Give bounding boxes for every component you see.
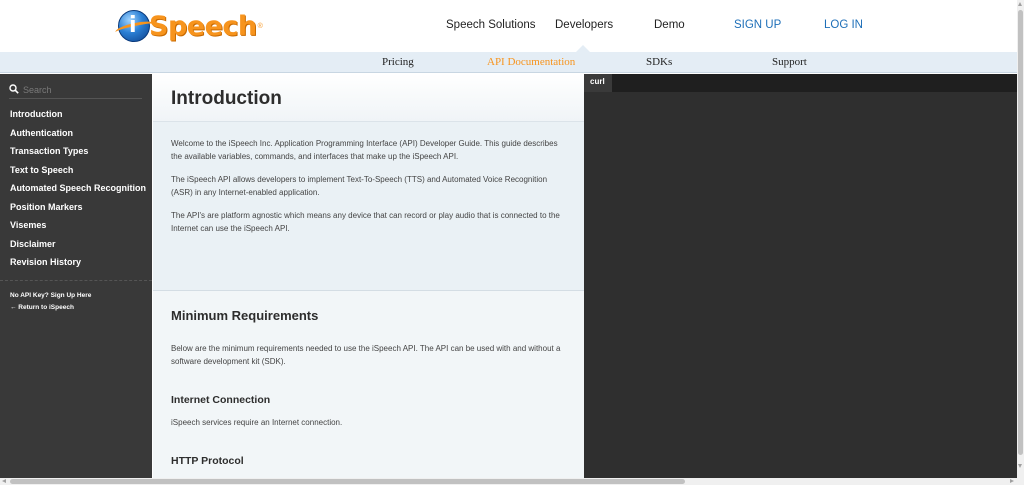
page: i Speech ® Speech Solutions Developers D… — [0, 0, 1024, 485]
sidebar-item-introduction[interactable]: Introduction — [10, 109, 63, 119]
nav-speech-solutions[interactable]: Speech Solutions — [446, 19, 536, 31]
sidebar-item-visemes[interactable]: Visemes — [10, 220, 46, 230]
nav-log-in[interactable]: LOG IN — [824, 19, 863, 31]
logo-text: Speech — [149, 10, 257, 42]
intro-paragraph-1: Welcome to the iSpeech Inc. Application … — [171, 139, 558, 161]
ispeech-logo-icon: i — [114, 10, 156, 42]
search-input[interactable] — [23, 82, 141, 97]
horizontal-scrollbar[interactable] — [0, 478, 1024, 485]
sign-up-link[interactable]: No API Key? Sign Up Here — [10, 292, 91, 299]
scroll-right-arrow-icon[interactable] — [1010, 479, 1014, 483]
intro-paragraph-3: The API's are platform agnostic which me… — [171, 211, 560, 233]
nav-developers[interactable]: Developers — [555, 19, 613, 31]
nav-demo[interactable]: Demo — [654, 19, 685, 31]
subnav-api-documentation[interactable]: API Documentation — [487, 56, 575, 68]
sidebar-item-disclaimer[interactable]: Disclaimer — [10, 239, 56, 249]
ispeech-logo[interactable]: i Speech ® — [114, 5, 263, 47]
logo-trademark: ® — [257, 22, 263, 30]
horizontal-scroll-thumb[interactable] — [10, 479, 685, 484]
requirements-paragraph: Below are the minimum requirements neede… — [171, 344, 561, 366]
main-content: Introduction Welcome to the iSpeech Inc.… — [153, 74, 584, 478]
requirements-title: Minimum Requirements — [171, 308, 319, 323]
internet-connection-title: Internet Connection — [171, 394, 271, 406]
scroll-up-arrow-icon[interactable] — [1018, 2, 1022, 6]
requirements-section: Minimum Requirements Below are the minim… — [153, 291, 584, 478]
scroll-left-arrow-icon[interactable] — [2, 479, 6, 483]
sidebar-item-authentication[interactable]: Authentication — [10, 128, 73, 138]
sidebar-item-revision-history[interactable]: Revision History — [10, 257, 81, 267]
tab-curl[interactable]: curl — [584, 74, 612, 92]
intro-paragraph-2: The iSpeech API allows developers to imp… — [171, 175, 548, 197]
scroll-down-arrow-icon[interactable] — [1018, 464, 1022, 468]
logo-prefix: i — [129, 13, 137, 38]
sidebar-item-position-markers[interactable]: Position Markers — [10, 202, 83, 212]
vertical-scrollbar[interactable] — [1017, 0, 1024, 478]
sidebar: Introduction Authentication Transaction … — [0, 74, 152, 478]
intro-section: Introduction Welcome to the iSpeech Inc.… — [153, 74, 584, 290]
internet-connection-paragraph: iSpeech services require an Internet con… — [171, 418, 343, 427]
search-box — [9, 82, 142, 99]
subnav-pricing[interactable]: Pricing — [382, 56, 414, 68]
sidebar-item-transaction-types[interactable]: Transaction Types — [10, 146, 88, 156]
subnav-support[interactable]: Support — [772, 56, 807, 68]
vertical-scroll-thumb[interactable] — [1018, 10, 1023, 455]
intro-header: Introduction — [153, 74, 584, 122]
subnav-sdks[interactable]: SDKs — [646, 56, 672, 68]
search-icon — [9, 84, 19, 94]
active-nav-caret-icon — [576, 45, 590, 52]
nav-sign-up[interactable]: SIGN UP — [734, 19, 781, 31]
sidebar-item-automated-speech-recognition[interactable]: Automated Speech Recognition — [10, 183, 146, 193]
top-header: i Speech ® Speech Solutions Developers D… — [0, 0, 1017, 52]
code-tab-bar: curl — [584, 74, 1017, 92]
sidebar-divider — [0, 280, 152, 281]
return-to-ispeech-link[interactable]: ← Return to iSpeech — [10, 304, 74, 311]
http-protocol-title: HTTP Protocol — [171, 455, 244, 467]
page-title: Introduction — [171, 88, 282, 109]
sidebar-item-text-to-speech[interactable]: Text to Speech — [10, 165, 73, 175]
code-panel: curl — [584, 74, 1017, 478]
sub-nav: Pricing API Documentation SDKs Support — [0, 52, 1017, 73]
